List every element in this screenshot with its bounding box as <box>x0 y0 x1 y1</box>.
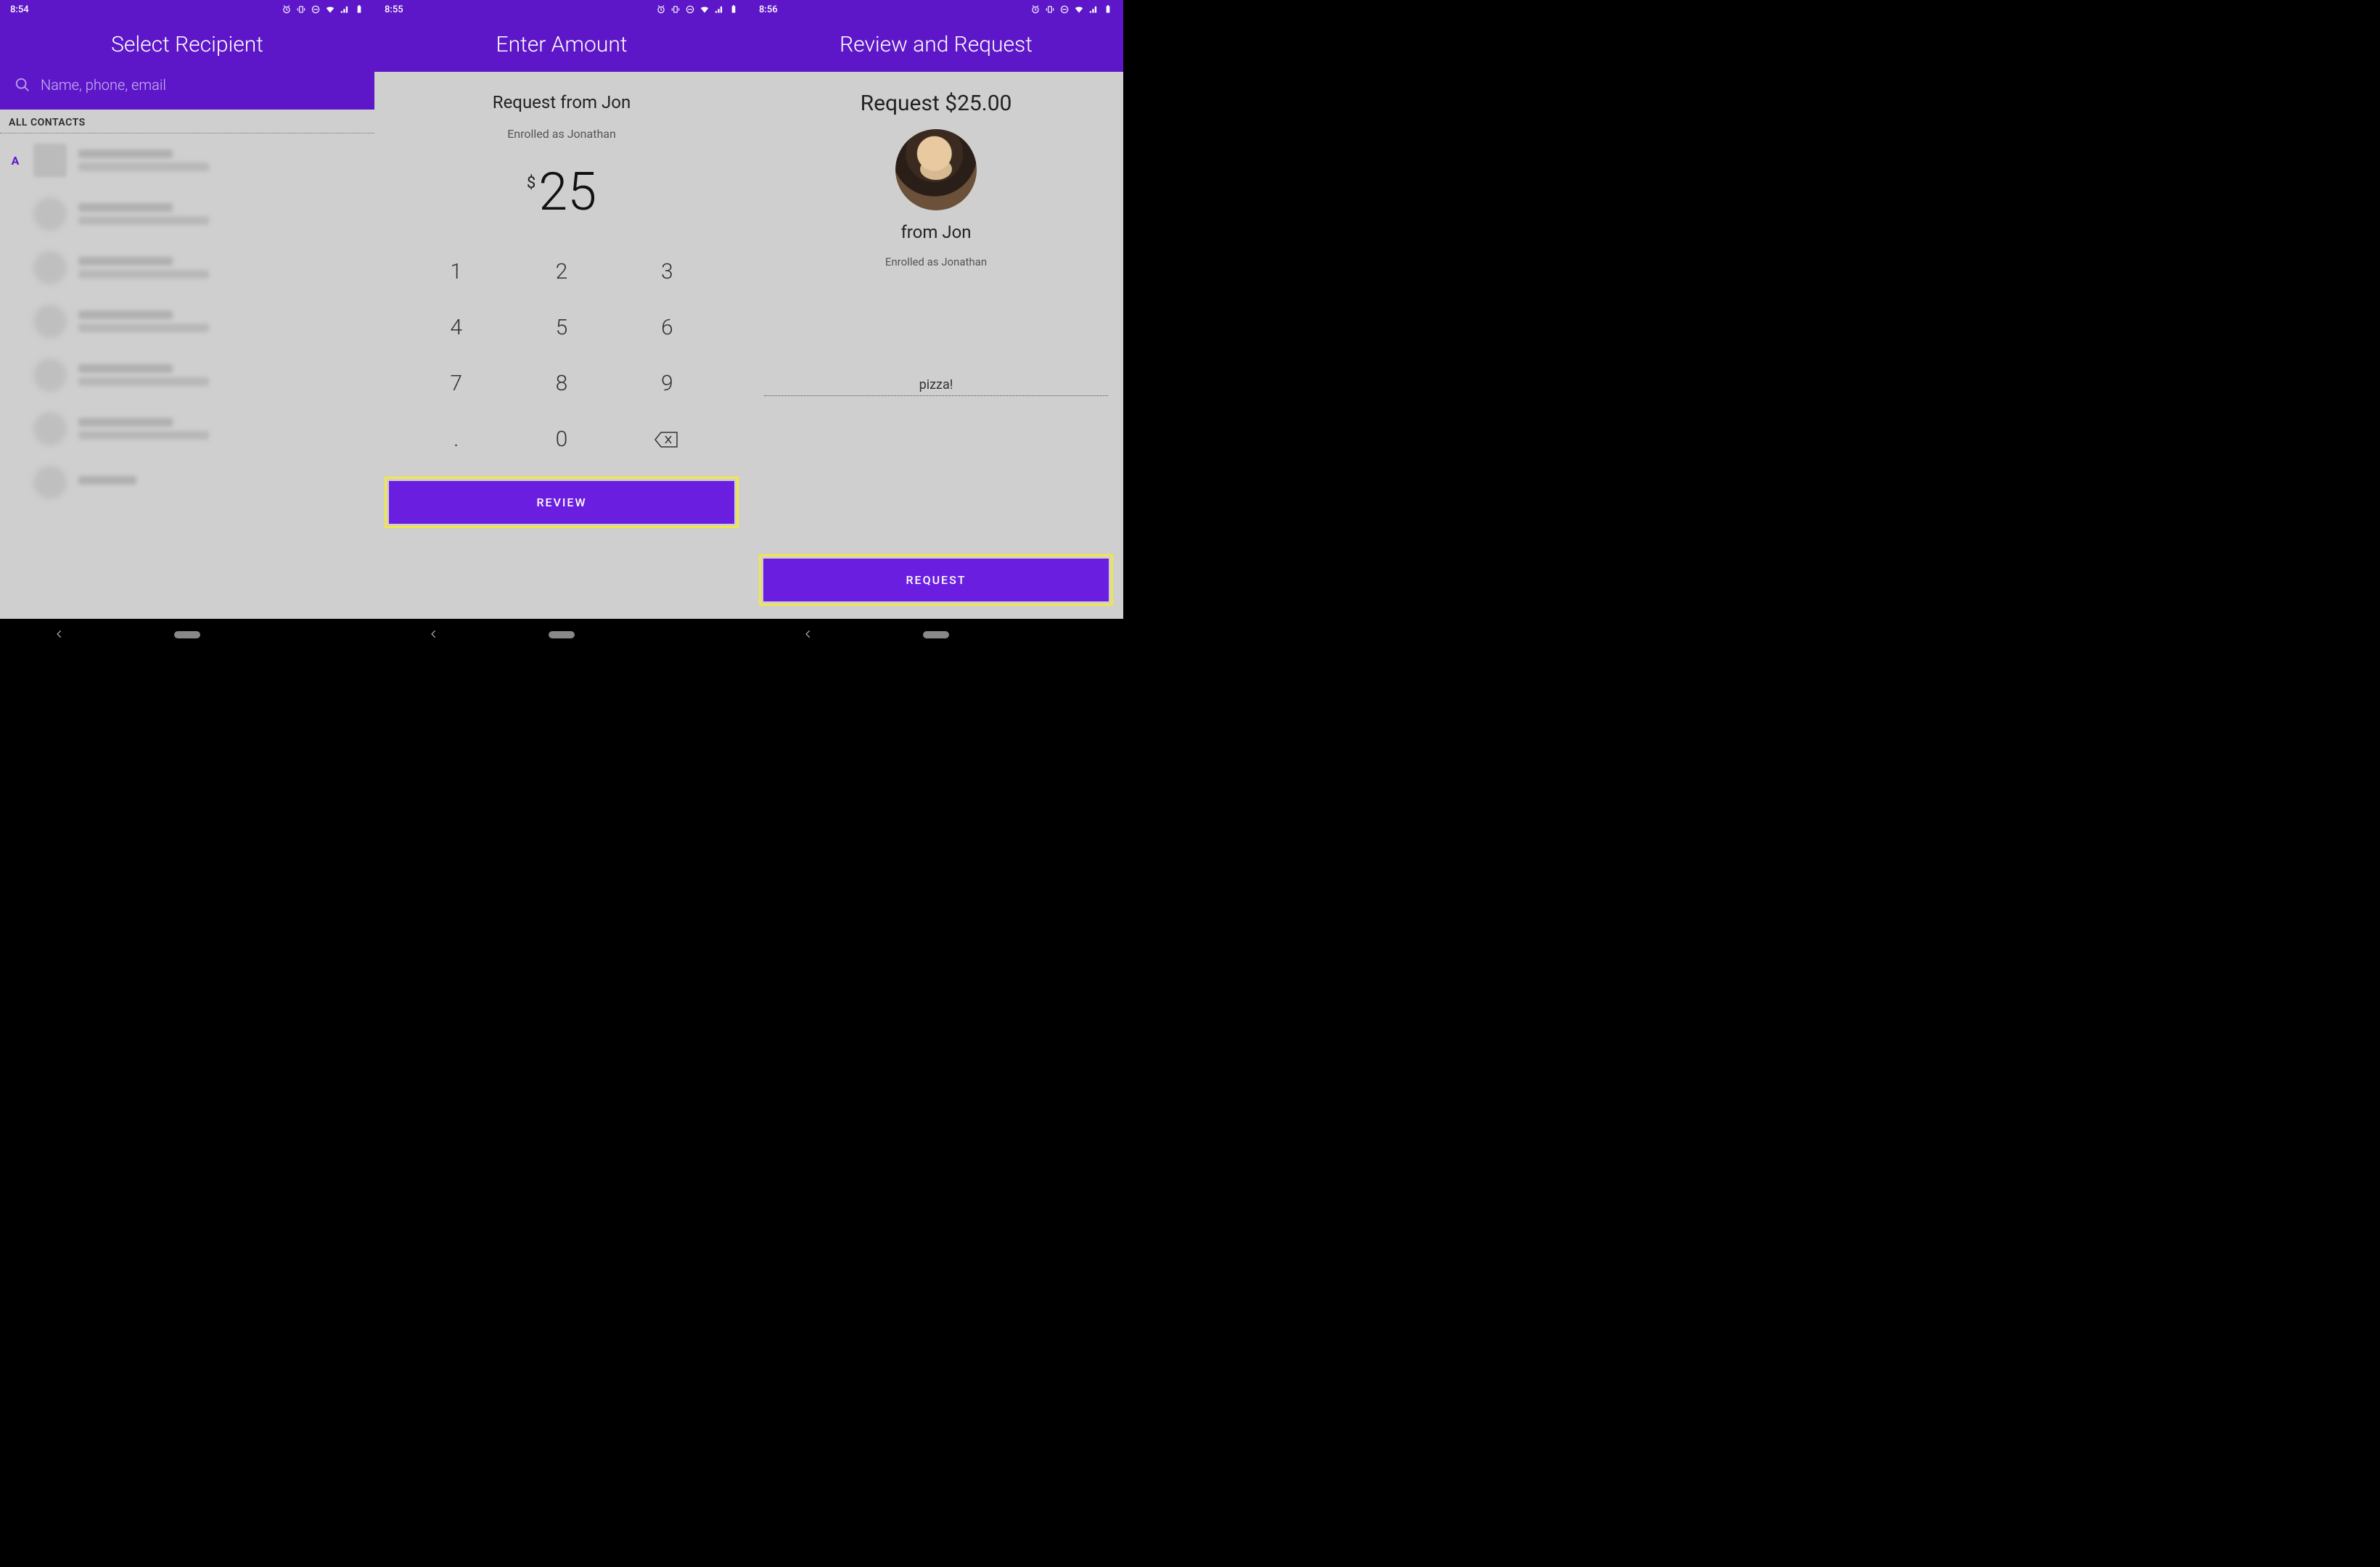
request-from-label: Request from Jon <box>374 92 749 112</box>
key-2[interactable]: 2 <box>509 259 614 284</box>
phone-select-recipient: 8:54 Select Recipient Name, phone, email… <box>0 0 374 651</box>
status-time: 8:55 <box>385 4 403 15</box>
signal-icon <box>714 4 724 15</box>
status-time: 8:54 <box>10 4 29 15</box>
contact-row[interactable] <box>0 187 374 241</box>
from-label: from Jon <box>900 222 971 242</box>
contact-text <box>78 203 209 225</box>
contact-list[interactable]: A <box>0 133 374 619</box>
memo-input[interactable]: pizza! <box>764 377 1109 396</box>
contact-text <box>78 418 209 440</box>
search-input[interactable]: Name, phone, email <box>0 72 374 110</box>
signal-icon <box>340 4 350 15</box>
index-letter: A <box>9 154 22 168</box>
currency-symbol: $ <box>527 174 536 192</box>
page-title: Review and Request <box>749 19 1123 72</box>
status-icons <box>656 4 739 15</box>
key-1[interactable]: 1 <box>403 259 509 284</box>
nav-home-pill[interactable] <box>174 631 200 638</box>
dnd-icon <box>311 4 321 15</box>
contact-text <box>78 476 136 489</box>
status-bar: 8:56 <box>749 0 1123 19</box>
key-8[interactable]: 8 <box>509 371 614 396</box>
request-amount-label: Request $25.00 <box>861 91 1012 116</box>
nav-home-pill[interactable] <box>923 631 949 638</box>
memo-text: pizza! <box>919 377 953 392</box>
dnd-icon <box>685 4 695 15</box>
status-icons <box>282 4 364 15</box>
contact-text <box>78 364 209 386</box>
recipient-avatar <box>895 129 977 210</box>
phone-enter-amount: 8:55 Enter Amount Request from Jon Enrol… <box>374 0 749 651</box>
page-title: Enter Amount <box>374 19 749 72</box>
alarm-icon <box>656 4 666 15</box>
contact-row[interactable] <box>0 456 374 509</box>
contact-avatar <box>33 305 67 338</box>
contact-avatar <box>33 144 67 177</box>
contact-avatar <box>33 466 67 499</box>
number-keypad: 1 2 3 4 5 6 7 8 9 . 0 <box>374 237 749 466</box>
battery-icon <box>729 4 739 15</box>
dnd-icon <box>1059 4 1070 15</box>
status-bar: 8:54 <box>0 0 374 19</box>
battery-icon <box>354 4 364 15</box>
enrolled-as-label: Enrolled as Jonathan <box>885 255 987 268</box>
contact-row[interactable]: A <box>0 133 374 187</box>
status-icons <box>1030 4 1113 15</box>
android-nav-bar <box>374 619 749 651</box>
amount-display: $25 <box>374 161 749 223</box>
key-7[interactable]: 7 <box>403 371 509 396</box>
nav-back-button[interactable] <box>429 628 439 642</box>
key-6[interactable]: 6 <box>615 315 720 340</box>
android-nav-bar <box>0 619 374 651</box>
wifi-icon <box>699 4 710 15</box>
key-backspace[interactable] <box>615 427 720 452</box>
key-5[interactable]: 5 <box>509 315 614 340</box>
battery-icon <box>1103 4 1113 15</box>
nav-back-button[interactable] <box>803 628 813 642</box>
contact-text <box>78 149 209 171</box>
contact-row[interactable] <box>0 295 374 348</box>
search-icon <box>15 77 30 93</box>
cta-highlight: REVIEW <box>385 477 739 528</box>
key-3[interactable]: 3 <box>615 259 720 284</box>
status-time: 8:56 <box>759 4 778 15</box>
key-9[interactable]: 9 <box>615 371 720 396</box>
cta-highlight: REQUEST <box>759 554 1113 606</box>
android-nav-bar <box>749 619 1123 651</box>
contact-avatar <box>33 197 67 231</box>
alarm-icon <box>1030 4 1041 15</box>
nav-back-button[interactable] <box>54 628 65 642</box>
key-0[interactable]: 0 <box>509 427 614 452</box>
enrolled-as-label: Enrolled as Jonathan <box>374 127 749 141</box>
contact-avatar <box>33 412 67 445</box>
request-button[interactable]: REQUEST <box>763 559 1109 601</box>
page-title: Select Recipient <box>0 19 374 72</box>
nav-home-pill[interactable] <box>549 631 575 638</box>
wifi-icon <box>325 4 335 15</box>
contact-avatar <box>33 358 67 392</box>
signal-icon <box>1088 4 1099 15</box>
contact-text <box>78 257 209 279</box>
phone-review-request: 8:56 Review and Request Request $25.00 f… <box>749 0 1123 651</box>
wifi-icon <box>1074 4 1084 15</box>
vibrate-icon <box>1045 4 1055 15</box>
key-decimal[interactable]: . <box>403 427 509 452</box>
search-placeholder: Name, phone, email <box>41 76 166 94</box>
contact-avatar <box>33 251 67 284</box>
status-bar: 8:55 <box>374 0 749 19</box>
contact-text <box>78 310 209 332</box>
key-4[interactable]: 4 <box>403 315 509 340</box>
contact-row[interactable] <box>0 348 374 402</box>
alarm-icon <box>282 4 292 15</box>
section-header: ALL CONTACTS <box>0 110 374 133</box>
amount-value: 25 <box>538 161 596 223</box>
review-button[interactable]: REVIEW <box>389 481 734 524</box>
vibrate-icon <box>670 4 681 15</box>
backspace-icon <box>654 431 679 448</box>
contact-row[interactable] <box>0 402 374 456</box>
vibrate-icon <box>296 4 306 15</box>
contact-row[interactable] <box>0 241 374 295</box>
